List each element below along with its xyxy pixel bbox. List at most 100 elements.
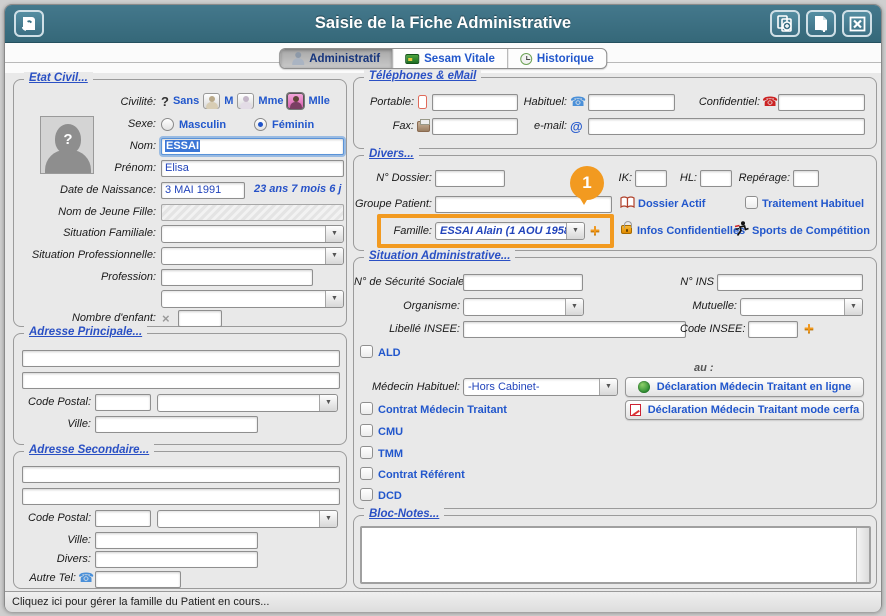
declaration-en-ligne-button[interactable]: Déclaration Médecin Traitant en ligne [625,377,864,397]
email-input[interactable] [588,118,865,135]
tab-sesam-vitale-label: Sesam Vitale [424,53,495,65]
adresse1-code-postal-label: Code Postal: [14,394,91,411]
ald-label[interactable]: ALD [378,346,401,361]
confidentiel-input[interactable] [778,94,865,111]
etat-civil-legend[interactable]: Etat Civil... [24,72,93,84]
situation-familiale-select[interactable] [161,225,344,243]
code-insee-label: Code INSEE: [680,321,744,338]
sports-competition-label[interactable]: Sports de Compétition [752,224,870,239]
clear-icon[interactable]: × [162,310,170,327]
autre-tel-input[interactable] [95,571,181,588]
prenom-value: Elisa [165,162,189,174]
radio-masculin-label[interactable]: Masculin [179,118,226,133]
vitale-card-icon [405,54,419,64]
duplicate-record-button[interactable] [770,10,800,37]
adresse1-ville-input[interactable] [95,416,258,433]
tab-sesam-vitale[interactable]: Sesam Vitale [393,49,508,68]
adresse2-ville-input[interactable] [95,532,258,549]
dcd-label[interactable]: DCD [378,489,402,504]
adresse2-divers-input[interactable] [95,551,258,568]
phone-icon: ☎ [78,570,94,585]
add-famille-icon[interactable]: + [590,222,600,239]
tab-bar: Administratif Sesam Vitale Historique [279,48,607,69]
dcd-checkbox[interactable] [360,488,373,501]
civilite-sans-label[interactable]: Sans [173,94,199,109]
bloc-notes-legend[interactable]: Bloc-Notes... [364,508,444,520]
adresse1-code-postal-input[interactable] [95,394,151,411]
nom-input[interactable]: ESSAI [161,138,344,155]
adresse1-ville-label: Ville: [14,416,91,433]
adresse1-ligne2-input[interactable] [22,372,340,389]
nss-input[interactable] [463,274,583,291]
reperage-input[interactable] [793,170,819,187]
civilite-mme-label[interactable]: Mme [258,94,283,109]
mutuelle-select[interactable] [740,298,863,316]
cmu-label[interactable]: CMU [378,425,403,440]
n-dossier-input[interactable] [435,170,505,187]
civilite-sans-icon[interactable]: ? [161,94,169,109]
civilite-m-label[interactable]: M [224,94,233,109]
adresse1-ligne1-input[interactable] [22,350,340,367]
habituel-input[interactable] [588,94,675,111]
declaration-cerfa-button[interactable]: Déclaration Médecin Traitant mode cerfa [625,400,864,420]
contrat-referent-label[interactable]: Contrat Référent [378,468,465,483]
fax-input[interactable] [432,118,518,135]
dossier-actif-label[interactable]: Dossier Actif [638,197,705,212]
adresse2-code-postal-input[interactable] [95,510,151,527]
adresse2-ville-label: Ville: [14,532,91,549]
traitement-habituel-label[interactable]: Traitement Habituel [762,197,864,212]
situation-professionnelle-select[interactable] [161,247,344,265]
add-insee-icon[interactable]: + [804,320,814,337]
radio-feminin[interactable] [254,118,267,131]
globe-icon [638,381,650,393]
nombre-enfant-input[interactable] [178,310,222,327]
medecin-habituel-select[interactable]: -Hors Cabinet- [463,378,618,396]
adresse2-ligne2-input[interactable] [22,488,340,505]
adresse-secondaire-legend[interactable]: Adresse Secondaire... [24,444,154,456]
date-naissance-input[interactable]: 3 MAI 1991 [161,182,245,199]
radio-masculin[interactable] [161,118,174,131]
code-insee-input[interactable] [748,321,798,338]
tab-historique[interactable]: Historique [508,49,606,68]
famille-select[interactable]: ESSAI Alain (1 AOU 1958) [435,222,585,240]
portable-input[interactable] [432,94,518,111]
adresse2-ville-select[interactable] [157,510,338,528]
prenom-input[interactable]: Elisa [161,160,344,177]
contrat-medecin-traitant-label[interactable]: Contrat Médecin Traitant [378,403,507,418]
close-button[interactable] [842,10,872,37]
tmm-checkbox[interactable] [360,446,373,459]
organisme-select[interactable] [463,298,584,316]
contrat-medecin-traitant-checkbox[interactable] [360,402,373,415]
ins-input[interactable] [717,274,863,291]
telephones-legend[interactable]: Téléphones & eMail [364,70,481,82]
notes-textarea[interactable] [360,526,871,584]
adresse1-ville-select[interactable] [157,394,338,412]
profession-category-select[interactable] [161,290,344,308]
civilite-mlle-label[interactable]: Mlle [308,94,329,109]
new-record-button[interactable] [806,10,836,37]
infos-confidentielles-label[interactable]: Infos Confidentielles [637,224,745,239]
cmu-checkbox[interactable] [360,424,373,437]
traitement-habituel-checkbox[interactable] [745,196,758,209]
ald-checkbox[interactable] [360,345,373,358]
date-naissance-label: Date de Naissance: [14,182,156,199]
situation-professionnelle-label: Situation Professionnelle: [14,247,156,264]
civilite-m-icon[interactable] [203,93,220,109]
divers-legend[interactable]: Divers... [364,148,419,160]
hl-input[interactable] [700,170,732,187]
notes-scrollbar[interactable] [856,528,869,582]
tab-administratif[interactable]: Administratif [280,49,393,68]
civilite-mlle-icon[interactable] [287,93,304,109]
window: Saisie de la Fiche Administrative [4,4,882,612]
status-bar[interactable]: Cliquez ici pour gérer la famille du Pat… [5,591,881,612]
tmm-label[interactable]: TMM [378,447,403,462]
libelle-insee-input[interactable] [463,321,686,338]
civilite-mme-icon[interactable] [237,93,254,109]
situation-administrative-legend[interactable]: Situation Administrative... [364,250,515,262]
adresse-principale-legend[interactable]: Adresse Principale... [24,326,147,338]
adresse2-ligne1-input[interactable] [22,466,340,483]
radio-feminin-label[interactable]: Féminin [272,118,314,133]
contrat-referent-checkbox[interactable] [360,467,373,480]
profession-input[interactable] [161,269,313,286]
civilite-label: Civilité: [14,94,156,111]
